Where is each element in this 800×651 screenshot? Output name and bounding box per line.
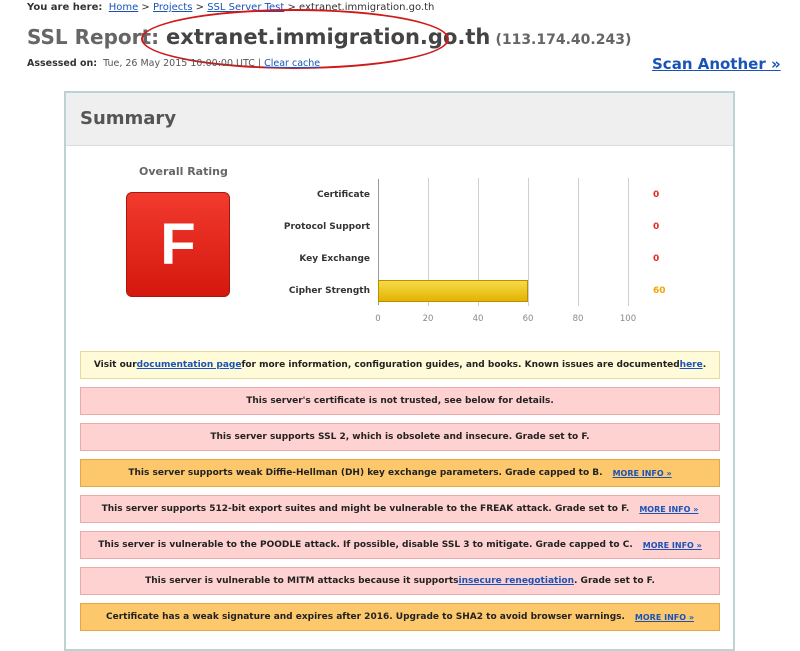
message-link[interactable]: documentation page <box>137 360 242 370</box>
chart-category-label: Key Exchange <box>299 254 370 264</box>
breadcrumb-label: You are here: <box>27 2 103 13</box>
chart-bar <box>378 280 528 302</box>
assessed-label: Assessed on: <box>27 58 98 69</box>
warning-message: Certificate has a weak signature and exp… <box>80 603 720 631</box>
breadcrumb-separator: > <box>138 2 153 13</box>
error-message: This server supports SSL 2, which is obs… <box>80 423 720 451</box>
chart-value-label: 0 <box>653 254 660 264</box>
chart-tick-label: 80 <box>572 314 584 324</box>
chart-value-label: 60 <box>653 286 666 296</box>
chart-category-label: Certificate <box>316 190 370 200</box>
warning-message: This server supports weak Diffie-Hellman… <box>80 459 720 487</box>
summary-panel: Summary Overall Rating F 0 20 40 60 80 100 Cer… <box>64 91 735 651</box>
report-ip: (113.174.40.243) <box>495 32 632 48</box>
assessed-on: Assessed on: Tue, 26 May 2015 10:00:00 U… <box>27 58 320 69</box>
breadcrumb-projects-link[interactable]: Projects <box>153 2 192 13</box>
message-text: This server supports weak Diffie-Hellman… <box>128 468 603 478</box>
chart-category-label: Cipher Strength <box>288 286 370 296</box>
message-link[interactable]: insecure renegotiation <box>459 576 575 586</box>
summary-title: Summary <box>80 108 177 129</box>
message-link[interactable]: here <box>680 360 703 370</box>
summary-header: Summary <box>66 93 733 146</box>
chart-tick-label: 60 <box>522 314 534 324</box>
message-text: . Grade set to F. <box>574 576 655 586</box>
info-message: Visit our documentation page for more in… <box>80 351 720 379</box>
more-info-link[interactable]: MORE INFO » <box>613 469 672 478</box>
error-message: This server's certificate is not trusted… <box>80 387 720 415</box>
more-info-link[interactable]: MORE INFO » <box>643 541 702 550</box>
message-text: This server is vulnerable to MITM attack… <box>145 576 459 586</box>
chart-gridline <box>578 178 579 306</box>
grade-badge: F <box>126 192 230 297</box>
more-info-link[interactable]: MORE INFO » <box>639 505 698 514</box>
chart-category-label: Protocol Support <box>283 222 370 232</box>
chart-tick-label: 20 <box>422 314 434 324</box>
overall-rating-label: Overall Rating <box>139 165 228 178</box>
message-text: This server supports SSL 2, which is obs… <box>210 432 590 442</box>
breadcrumb-separator: > <box>192 2 208 13</box>
message-text: Certificate has a weak signature and exp… <box>106 612 625 622</box>
chart-tick-label: 100 <box>619 314 637 324</box>
message-text: . <box>702 360 707 370</box>
chart-gridline <box>628 178 629 306</box>
scan-another-link[interactable]: Scan Another » <box>652 55 781 73</box>
error-message: This server supports 512-bit export suit… <box>80 495 720 523</box>
more-info-link[interactable]: MORE INFO » <box>635 613 694 622</box>
clear-cache-link[interactable]: Clear cache <box>264 58 320 69</box>
message-text: This server supports 512-bit export suit… <box>101 504 630 514</box>
chart-tick-label: 0 <box>375 314 381 324</box>
error-message: This server is vulnerable to MITM attack… <box>80 567 720 595</box>
chart-value-label: 0 <box>653 222 660 232</box>
chart-gridline <box>528 178 529 306</box>
chart-value-label: 0 <box>653 190 660 200</box>
message-text: Visit our <box>93 360 137 370</box>
breadcrumb-home-link[interactable]: Home <box>109 2 139 13</box>
message-text: This server's certificate is not trusted… <box>246 396 554 406</box>
chart-tick-label: 40 <box>472 314 484 324</box>
error-message: This server is vulnerable to the POODLE … <box>80 531 720 559</box>
assessed-value: Tue, 26 May 2015 10:00:00 UTC | <box>103 58 265 69</box>
message-text: for more information, configuration guid… <box>241 360 680 370</box>
message-text: This server is vulnerable to the POODLE … <box>98 540 633 550</box>
